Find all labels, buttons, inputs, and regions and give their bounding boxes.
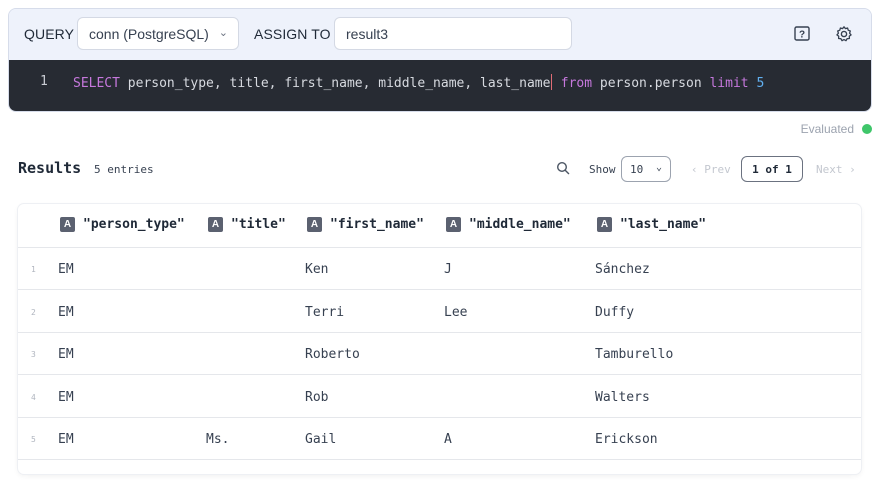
- column-header-label: "middle_name": [469, 217, 571, 232]
- row-index: 1: [31, 265, 36, 274]
- column-header-label: "person_type": [83, 217, 185, 232]
- column-header[interactable]: A "last_name": [597, 217, 706, 232]
- text-type-icon: A: [307, 217, 322, 232]
- chevron-down-icon: ⌄: [655, 162, 662, 173]
- svg-text:?: ?: [799, 30, 805, 41]
- cell-first-name: Ken: [305, 262, 329, 277]
- search-icon[interactable]: [556, 161, 570, 175]
- cell-title: Ms.: [206, 432, 230, 447]
- gear-icon[interactable]: [834, 24, 854, 44]
- page-size-select[interactable]: 10 ⌄: [621, 156, 671, 182]
- results-count: 5 entries: [94, 163, 154, 176]
- connection-select[interactable]: conn (PostgreSQL) ⌄: [77, 17, 239, 50]
- cell-person-type: EM: [58, 304, 74, 320]
- row-index: 2: [31, 307, 36, 317]
- cell-first-name: Gail: [305, 432, 337, 447]
- column-header-label: "title": [231, 217, 286, 232]
- cell-first-name: Roberto: [305, 347, 360, 362]
- table-row[interactable]: 1 EM Ken J Sánchez: [18, 248, 861, 290]
- evaluation-status: Evaluated: [801, 122, 872, 136]
- cell-middle-name: Lee: [444, 304, 468, 320]
- cell-last-name: Sánchez: [595, 262, 650, 277]
- line-number: 1: [40, 74, 48, 89]
- text-type-icon: A: [446, 217, 461, 232]
- sql-after-cursor: from person.person limit 5: [560, 76, 765, 91]
- row-index: 5: [31, 435, 36, 444]
- cell-first-name: Rob: [305, 389, 329, 405]
- row-index: 4: [31, 392, 36, 402]
- chevron-down-icon: ⌄: [218, 27, 228, 39]
- assign-to-label: ASSIGN TO: [254, 26, 331, 42]
- sql-editor[interactable]: 1 SELECT person_type, title, first_name,…: [9, 60, 871, 111]
- column-header-label: "first_name": [330, 217, 424, 232]
- text-type-icon: A: [208, 217, 223, 232]
- query-cell: QUERY conn (PostgreSQL) ⌄ ASSIGN TO resu…: [8, 8, 872, 112]
- table-row[interactable]: 5 EM Ms. Gail A Erickson: [18, 418, 861, 460]
- sql-code[interactable]: SELECT person_type, title, first_name, m…: [73, 74, 764, 91]
- cell-middle-name: J: [444, 262, 452, 277]
- status-text: Evaluated: [800, 122, 854, 136]
- cell-last-name: Tamburello: [595, 347, 674, 362]
- status-dot-icon: [862, 124, 872, 134]
- row-index: 3: [31, 350, 36, 359]
- column-header[interactable]: A "first_name": [307, 217, 424, 232]
- results-table: A "person_type" A "title" A "first_name" A "mid…: [18, 204, 861, 474]
- cell-person-type: EM: [58, 389, 74, 405]
- page-indicator: 1 of 1: [741, 156, 803, 182]
- help-icon[interactable]: ?: [792, 24, 812, 44]
- query-label: QUERY: [24, 26, 75, 42]
- assign-to-input[interactable]: result3: [334, 17, 572, 50]
- sql-before-cursor: SELECT person_type, title, first_name, m…: [73, 76, 551, 91]
- cell-last-name: Erickson: [595, 432, 658, 447]
- results-title: Results: [18, 159, 82, 177]
- column-header-label: "last_name": [620, 217, 707, 232]
- table-header: A "person_type" A "title" A "first_name" A "mid…: [18, 204, 861, 248]
- query-toolbar: QUERY conn (PostgreSQL) ⌄ ASSIGN TO resu…: [9, 9, 871, 60]
- cell-last-name: Duffy: [595, 304, 635, 320]
- text-type-icon: A: [597, 217, 612, 232]
- table-row[interactable]: 4 EM Rob Walters: [18, 376, 861, 418]
- page-size-value: 10: [630, 163, 644, 176]
- cell-person-type: EM: [58, 432, 74, 447]
- table-row[interactable]: 2 EM Terri Lee Duffy: [18, 291, 861, 333]
- text-type-icon: A: [60, 217, 75, 232]
- next-page-button[interactable]: Next ›: [816, 163, 856, 176]
- cell-first-name: Terri: [305, 304, 345, 320]
- show-label: Show: [589, 163, 616, 176]
- cell-middle-name: A: [444, 432, 452, 447]
- column-header[interactable]: A "person_type": [60, 217, 185, 232]
- table-row[interactable]: 3 EM Roberto Tamburello: [18, 333, 861, 375]
- cell-person-type: EM: [58, 347, 74, 362]
- column-header[interactable]: A "middle_name": [446, 217, 571, 232]
- assign-to-value: result3: [346, 26, 389, 42]
- cell-person-type: EM: [58, 262, 74, 277]
- column-header[interactable]: A "title": [208, 217, 286, 232]
- connection-value: conn (PostgreSQL): [89, 26, 209, 42]
- prev-page-button[interactable]: ‹ Prev: [691, 163, 731, 176]
- cell-last-name: Walters: [595, 389, 650, 405]
